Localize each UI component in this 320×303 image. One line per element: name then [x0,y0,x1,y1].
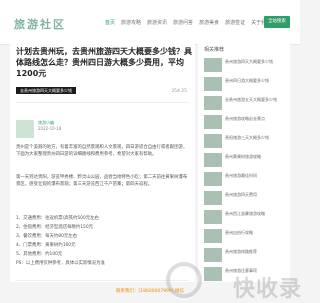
article-meta: 354 25 [171,89,187,94]
list-item: 1、交通费用：往返机票/高铁约500元左右 [16,216,99,221]
thumbnail [204,267,222,281]
sidebar-item[interactable]: 贵州黄果树旅游攻略 [204,153,284,169]
sidebar-item[interactable]: 贵州自由行攻略 [204,229,284,245]
thumbnail [204,58,222,72]
thumbnail [204,210,222,224]
author-avatar [16,120,34,138]
list-item: 4、门票费用：黄果树约160元 [16,243,76,248]
top-navbar: 旅游社区 首页 旅游攻略 旅游资讯 旅游问答 旅游美食 旅游签证 关于我们 全站… [0,0,300,45]
thumbnail [204,115,222,129]
sidebar-item[interactable]: 贵州旅游线路推荐 [204,248,284,264]
nav-item-visa[interactable]: 旅游签证 [225,19,245,26]
thumbnail [204,229,222,243]
article-title: 计划去贵州玩，去贵州旅游四天大概要多少钱？具体路线怎么走？贵州四日游大概多少费用… [16,47,192,78]
nav-item-guides[interactable]: 旅游攻略 [121,19,141,26]
author-block: 旅游小编 2022-10-18 [16,120,61,138]
article-panel: 计划去贵州玩，去贵州旅游四天大概要多少钱？具体路线怎么走？贵州四日游大概多少费用… [10,40,195,298]
thumbnail [204,153,222,167]
list-item: 3、餐饮费用：每天约80元左右 [16,234,78,239]
thumbnail [204,134,222,148]
list-item: 2、住宿费用：经济型酒店每晚约150元 [16,225,94,230]
site-search-button[interactable]: 全站搜索 [264,16,290,28]
thumbnail [204,248,222,262]
sidebar: 相关推荐 贵州旅游四天大概要多少钱 贵州四日游大概要多少钱 去贵州旅游五天大概要… [198,40,290,298]
thumbnail [204,172,222,186]
article-intro: 贵州是个美丽的地方，有着丰富的自然景观和人文景观，四日游适合自由行或者跟团游，下… [16,145,188,157]
divider [16,102,189,103]
sidebar-item[interactable]: 贵州旅游四天大概要多少钱 [204,58,284,74]
sidebar-title: 相关推荐 [204,47,225,53]
article-tag[interactable]: 去贵州旅游四天大概要多少钱 [16,87,76,94]
sidebar-item[interactable]: 去贵州旅游五天大概要多少钱 [204,96,284,112]
site-logo[interactable]: 旅游社区 [14,16,66,32]
sidebar-item[interactable]: 贵州旅游攻略必去景点 [204,115,284,131]
watermark: 快收录 [232,277,302,302]
thumbnail [204,96,222,110]
nav-item-food[interactable]: 旅游美食 [199,19,219,26]
list-item: PS：以上费用仅供参考，具体以实际情况为准 [16,261,105,266]
thumbnail [204,77,222,91]
sidebar-item[interactable]: 贵州四日游大概要多少钱 [204,77,284,93]
main-nav: 首页 旅游攻略 旅游资讯 旅游问答 旅游美食 旅游签证 关于我们 [105,19,271,26]
cost-list: 1、交通费用：往返机票/高铁约500元左右 2、住宿费用：经济型酒店每晚约150… [16,214,189,268]
watermark-icon [166,262,202,298]
sidebar-item[interactable]: 贵州旅游四天费用 [204,191,284,207]
nav-item-qa[interactable]: 旅游问答 [173,19,193,26]
sidebar-item[interactable]: 贵州旅游最佳时间 [204,172,284,188]
article-paragraph: 第一天到达贵阳，游览甲秀楼、黔灵山公园，品尝当地特色小吃；第二天前往黄果树瀑布景… [16,175,188,187]
nav-item-news[interactable]: 旅游资讯 [147,19,167,26]
list-item: 5、其他费用：约100元 [16,252,63,257]
nav-item-home[interactable]: 首页 [105,19,115,26]
divider [16,280,189,281]
sidebar-item[interactable]: 贵阳旅游三天大概多少钱 [204,134,284,150]
sidebar-item[interactable]: 贵州西江苗寨旅游攻略 [204,210,284,226]
author-date: 2022-10-18 [38,126,62,131]
thumbnail [204,191,222,205]
